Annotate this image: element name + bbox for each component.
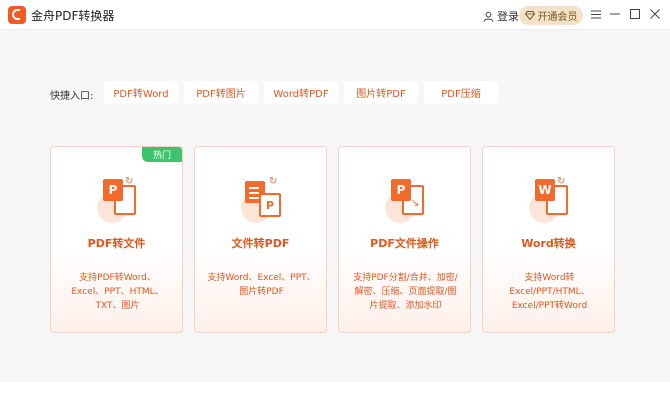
title-bar: 金舟PDF转换器 登录 开通会员 — [0, 0, 670, 30]
word-convert-icon: W ↻ — [527, 177, 577, 225]
file-to-pdf-icon: P ↻ — [239, 177, 289, 225]
pdf-to-file-icon: P ↻ — [95, 177, 145, 225]
user-icon — [483, 11, 494, 22]
card-description: 支持PDF转Word、Excel、PPT、HTML、TXT、图片 — [71, 273, 164, 311]
pdf-operations-icon: P ↘ — [383, 177, 433, 225]
card-title: 文件转PDF — [231, 237, 290, 250]
app-title: 金舟PDF转换器 — [31, 9, 115, 23]
vip-button[interactable]: 开通会员 — [519, 6, 583, 25]
close-icon — [650, 9, 660, 19]
minimize-button[interactable] — [607, 6, 623, 22]
quick-pdf-to-image-button[interactable]: PDF转图片 — [184, 81, 258, 104]
menu-button[interactable] — [588, 6, 604, 22]
quick-pdf-compress-button[interactable]: PDF压缩 — [424, 81, 498, 104]
maximize-button[interactable] — [627, 6, 643, 22]
card-description: 支持Word转Excel/PPT/HTML、Excel/PPT转Word — [509, 273, 590, 311]
vip-label: 开通会员 — [537, 12, 578, 23]
app-logo-icon — [8, 6, 26, 24]
card-file-to-pdf[interactable]: P ↻ 文件转PDF 支持Word、Excel、PPT、图片转PDF — [194, 146, 327, 333]
diamond-icon — [524, 11, 535, 20]
card-description: 支持PDF分割/合并、加密/解密、压缩、页面提取/图片提取、添加水印 — [353, 273, 458, 311]
quick-entry-label: 快捷入口: — [50, 91, 94, 102]
quick-image-to-pdf-button[interactable]: 图片转PDF — [344, 81, 418, 104]
maximize-icon — [630, 9, 640, 19]
quick-pdf-to-word-button[interactable]: PDF转Word — [104, 81, 178, 104]
login-label: 登录 — [497, 10, 519, 23]
login-button[interactable]: 登录 — [483, 8, 519, 24]
quick-word-to-pdf-button[interactable]: Word转PDF — [264, 81, 338, 104]
bottom-strip — [0, 382, 670, 399]
card-pdf-to-file[interactable]: 热门 P ↻ PDF转文件 支持PDF转Word、Excel、PPT、HTML、… — [50, 146, 183, 333]
card-title: PDF转文件 — [87, 237, 146, 250]
card-title: PDF文件操作 — [370, 237, 439, 250]
card-title: Word转换 — [521, 237, 576, 250]
minimize-icon — [610, 13, 620, 15]
card-description: 支持Word、Excel、PPT、图片转PDF — [207, 273, 316, 297]
menu-icon — [591, 10, 601, 18]
close-button[interactable] — [647, 6, 663, 22]
hot-badge: 热门 — [142, 147, 182, 162]
card-pdf-operations[interactable]: P ↘ PDF文件操作 支持PDF分割/合并、加密/解密、压缩、页面提取/图片提… — [338, 146, 471, 333]
card-word-convert[interactable]: W ↻ Word转换 支持Word转Excel/PPT/HTML、Excel/P… — [482, 146, 615, 333]
